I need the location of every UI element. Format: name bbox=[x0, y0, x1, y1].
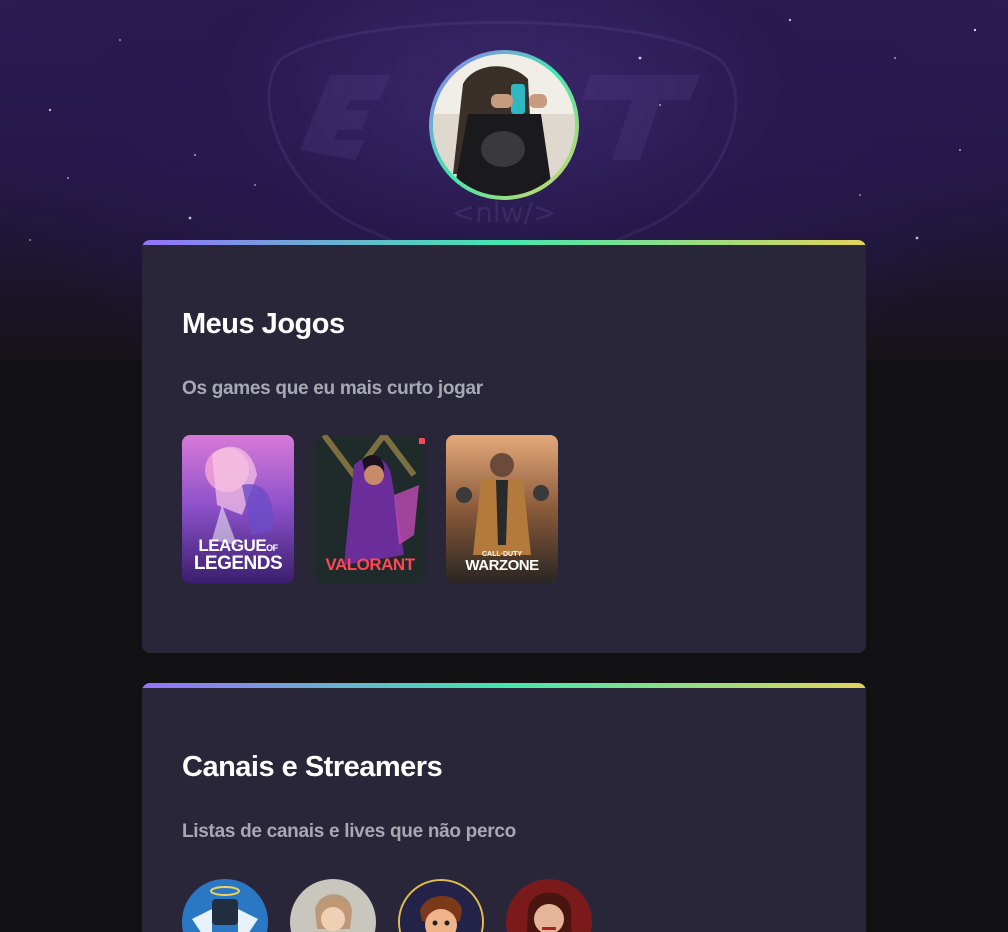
valorant-logo: VALORANT bbox=[325, 555, 415, 574]
streamer-avatar-icon[interactable] bbox=[182, 879, 268, 932]
games-card: Meus Jogos Os games que eu mais curto jo… bbox=[142, 240, 866, 653]
profile-avatar bbox=[429, 50, 579, 200]
game-card-league-of-legends[interactable]: LEAGUEOF LEGENDS bbox=[182, 435, 294, 583]
warzone-logo: CALL·DUTY WARZONE bbox=[465, 551, 539, 574]
game-card-valorant[interactable]: VALORANT bbox=[314, 435, 426, 583]
page: <nlw/> Meus Jogos Os games que eu mais c… bbox=[0, 0, 1008, 932]
lol-logo: LEAGUEOF LEGENDS bbox=[193, 536, 283, 574]
game-card-warzone[interactable]: CALL·DUTY WARZONE bbox=[446, 435, 558, 583]
streamers-card: Canais e Streamers Listas de canais e li… bbox=[142, 683, 866, 932]
games-title: Meus Jogos bbox=[182, 308, 345, 340]
avatar-photo-icon bbox=[433, 54, 575, 196]
streamer-avatar-icon[interactable] bbox=[398, 879, 484, 932]
streamer-avatar-icon[interactable] bbox=[290, 879, 376, 932]
games-list: LEAGUEOF LEGENDS VALORANT CALL·DUTY WARZ… bbox=[182, 435, 558, 583]
streamers-subtitle: Listas de canais e lives que não perco bbox=[182, 821, 516, 842]
streamers-list bbox=[182, 879, 592, 932]
streamer-avatar-icon[interactable] bbox=[506, 879, 592, 932]
games-subtitle: Os games que eu mais curto jogar bbox=[182, 378, 483, 399]
streamers-title: Canais e Streamers bbox=[182, 751, 443, 783]
svg-text:<nlw/>: <nlw/> bbox=[452, 196, 557, 229]
